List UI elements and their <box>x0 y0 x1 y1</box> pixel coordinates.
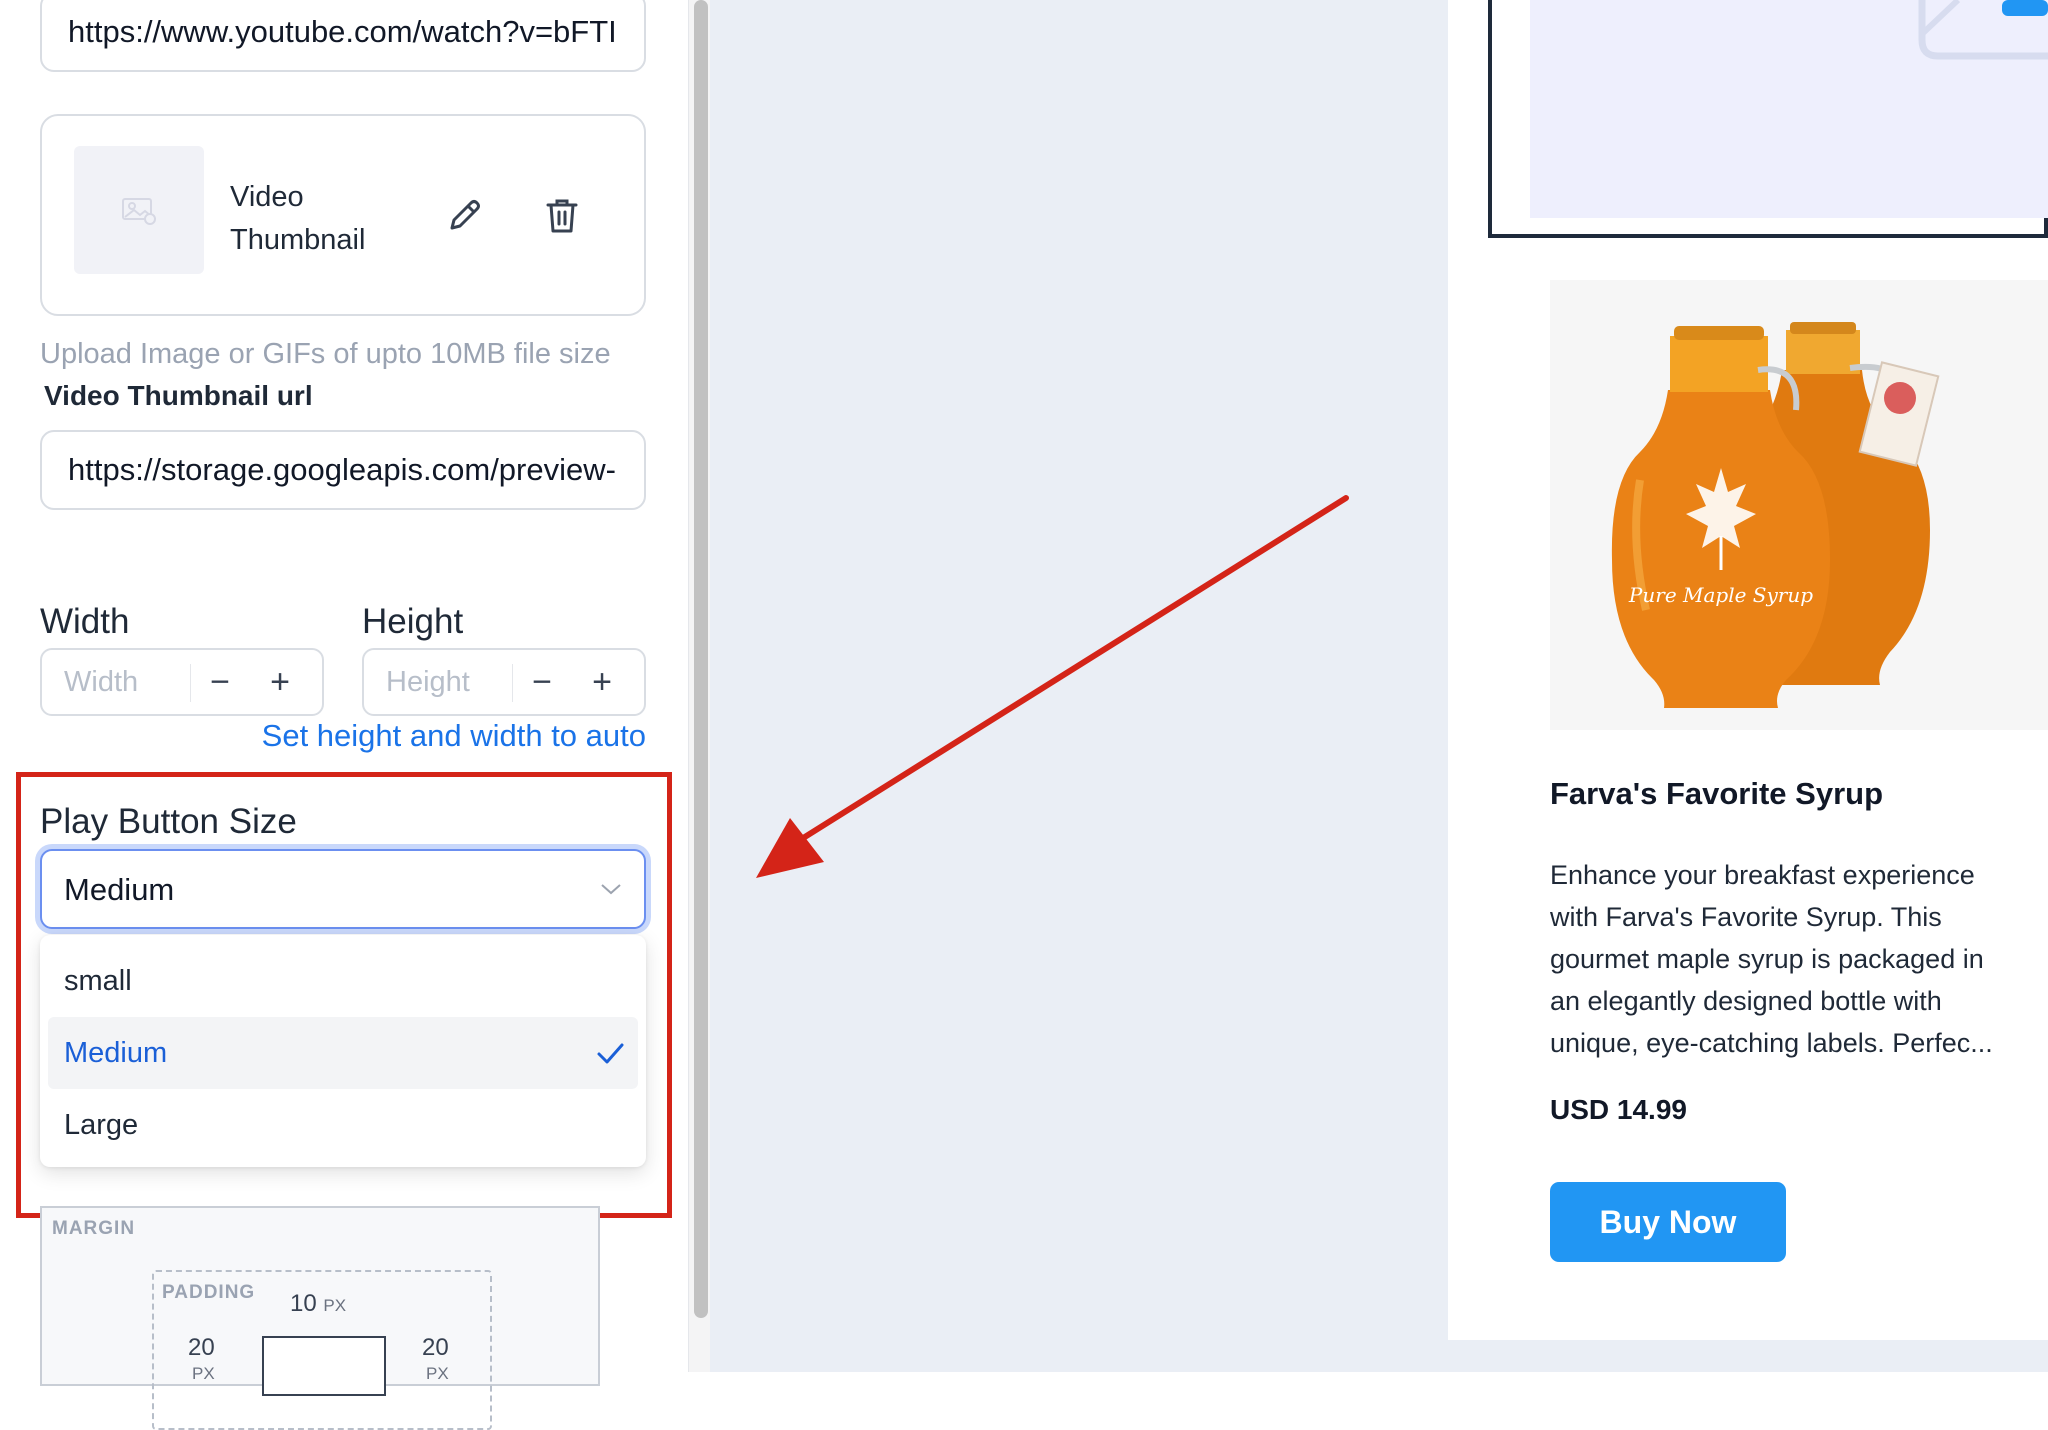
upload-help-text: Upload Image or GIFs of upto 10MB file s… <box>40 338 611 370</box>
padding-right-value[interactable]: 20 PX <box>422 1334 449 1383</box>
option-small[interactable]: small <box>48 945 638 1017</box>
option-label: Medium <box>64 1037 168 1069</box>
width-stepper[interactable]: Width − + <box>40 648 324 716</box>
option-label: small <box>64 965 132 997</box>
height-stepper[interactable]: Height − + <box>362 648 646 716</box>
play-button-size-label: Play Button Size <box>40 802 297 841</box>
height-divider <box>512 664 513 702</box>
width-label: Width <box>40 602 130 641</box>
thumbnail-url-label: Video Thumbnail url <box>44 380 313 411</box>
thumbnail-card: Video Thumbnail <box>40 114 646 316</box>
pencil-icon <box>450 200 480 230</box>
padding-box: PADDING 10 PX 20 PX 20 PX <box>152 1270 492 1430</box>
image-icon <box>122 198 156 225</box>
thumbnail-url-input[interactable]: https://storage.googleapis.com/preview- <box>40 430 646 510</box>
height-increment-button[interactable]: + <box>578 660 626 704</box>
trash-icon <box>546 199 578 233</box>
option-large[interactable]: Large <box>48 1089 638 1161</box>
padding-top-unit: PX <box>323 1296 347 1315</box>
padding-right-number: 20 <box>422 1334 449 1361</box>
settings-panel: https://www.youtube.com/watch?v=bFTI Vid… <box>0 0 696 1430</box>
edit-thumbnail-button[interactable] <box>442 194 486 238</box>
padding-top-number: 10 <box>290 1290 317 1317</box>
buy-now-button[interactable]: Buy Now <box>1550 1182 1786 1262</box>
width-divider <box>190 664 191 702</box>
thumbnail-url-value: https://storage.googleapis.com/preview- <box>68 452 616 487</box>
syrup-bottles-image: Pure Maple Syrup <box>1611 322 1940 708</box>
padding-right-unit: PX <box>426 1364 449 1383</box>
thumbnail-title: Video Thumbnail <box>230 181 366 256</box>
padding-label: PADDING <box>162 1282 256 1303</box>
play-button-size-select[interactable]: Medium <box>40 849 646 929</box>
product-price: USD 14.99 <box>1550 1094 1687 1125</box>
scrollbar-thumb[interactable] <box>694 0 708 1318</box>
select-value: Medium <box>64 872 175 907</box>
product-description: Enhance your breakfast experience with F… <box>1550 860 1993 1058</box>
margin-label: MARGIN <box>52 1218 136 1239</box>
chevron-down-icon <box>601 884 621 895</box>
height-placeholder: Height <box>386 666 470 698</box>
set-auto-size-link[interactable]: Set height and width to auto <box>196 718 646 754</box>
video-placeholder-icon <box>1918 0 2048 60</box>
padding-left-number: 20 <box>188 1334 215 1361</box>
width-increment-button[interactable]: + <box>256 660 304 704</box>
content-box <box>262 1336 386 1396</box>
width-placeholder: Width <box>64 666 139 698</box>
padding-left-unit: PX <box>192 1364 215 1383</box>
width-decrement-button[interactable]: − <box>196 660 244 704</box>
video-url-value: https://www.youtube.com/watch?v=bFTI <box>68 14 617 49</box>
video-url-input[interactable]: https://www.youtube.com/watch?v=bFTI <box>40 0 646 72</box>
product-image: Pure Maple Syrup <box>1550 280 2048 730</box>
play-button-size-menu: small Medium Large <box>40 935 646 1167</box>
thumbnail-preview[interactable] <box>74 146 204 274</box>
option-label: Large <box>64 1109 139 1141</box>
product-title: Farva's Favorite Syrup <box>1550 776 1884 811</box>
height-decrement-button[interactable]: − <box>518 660 566 704</box>
spacing-editor: MARGIN PADDING 10 PX 20 PX 20 PX <box>40 1206 600 1430</box>
height-label: Height <box>362 602 464 641</box>
delete-thumbnail-button[interactable] <box>540 194 584 238</box>
padding-left-value[interactable]: 20 PX <box>188 1334 215 1383</box>
checkmark-icon <box>597 1043 624 1064</box>
padding-top-value[interactable]: 10 PX <box>290 1290 346 1318</box>
bottle-label-text: Pure Maple Syrup <box>1628 583 1813 607</box>
option-medium[interactable]: Medium <box>48 1017 638 1089</box>
